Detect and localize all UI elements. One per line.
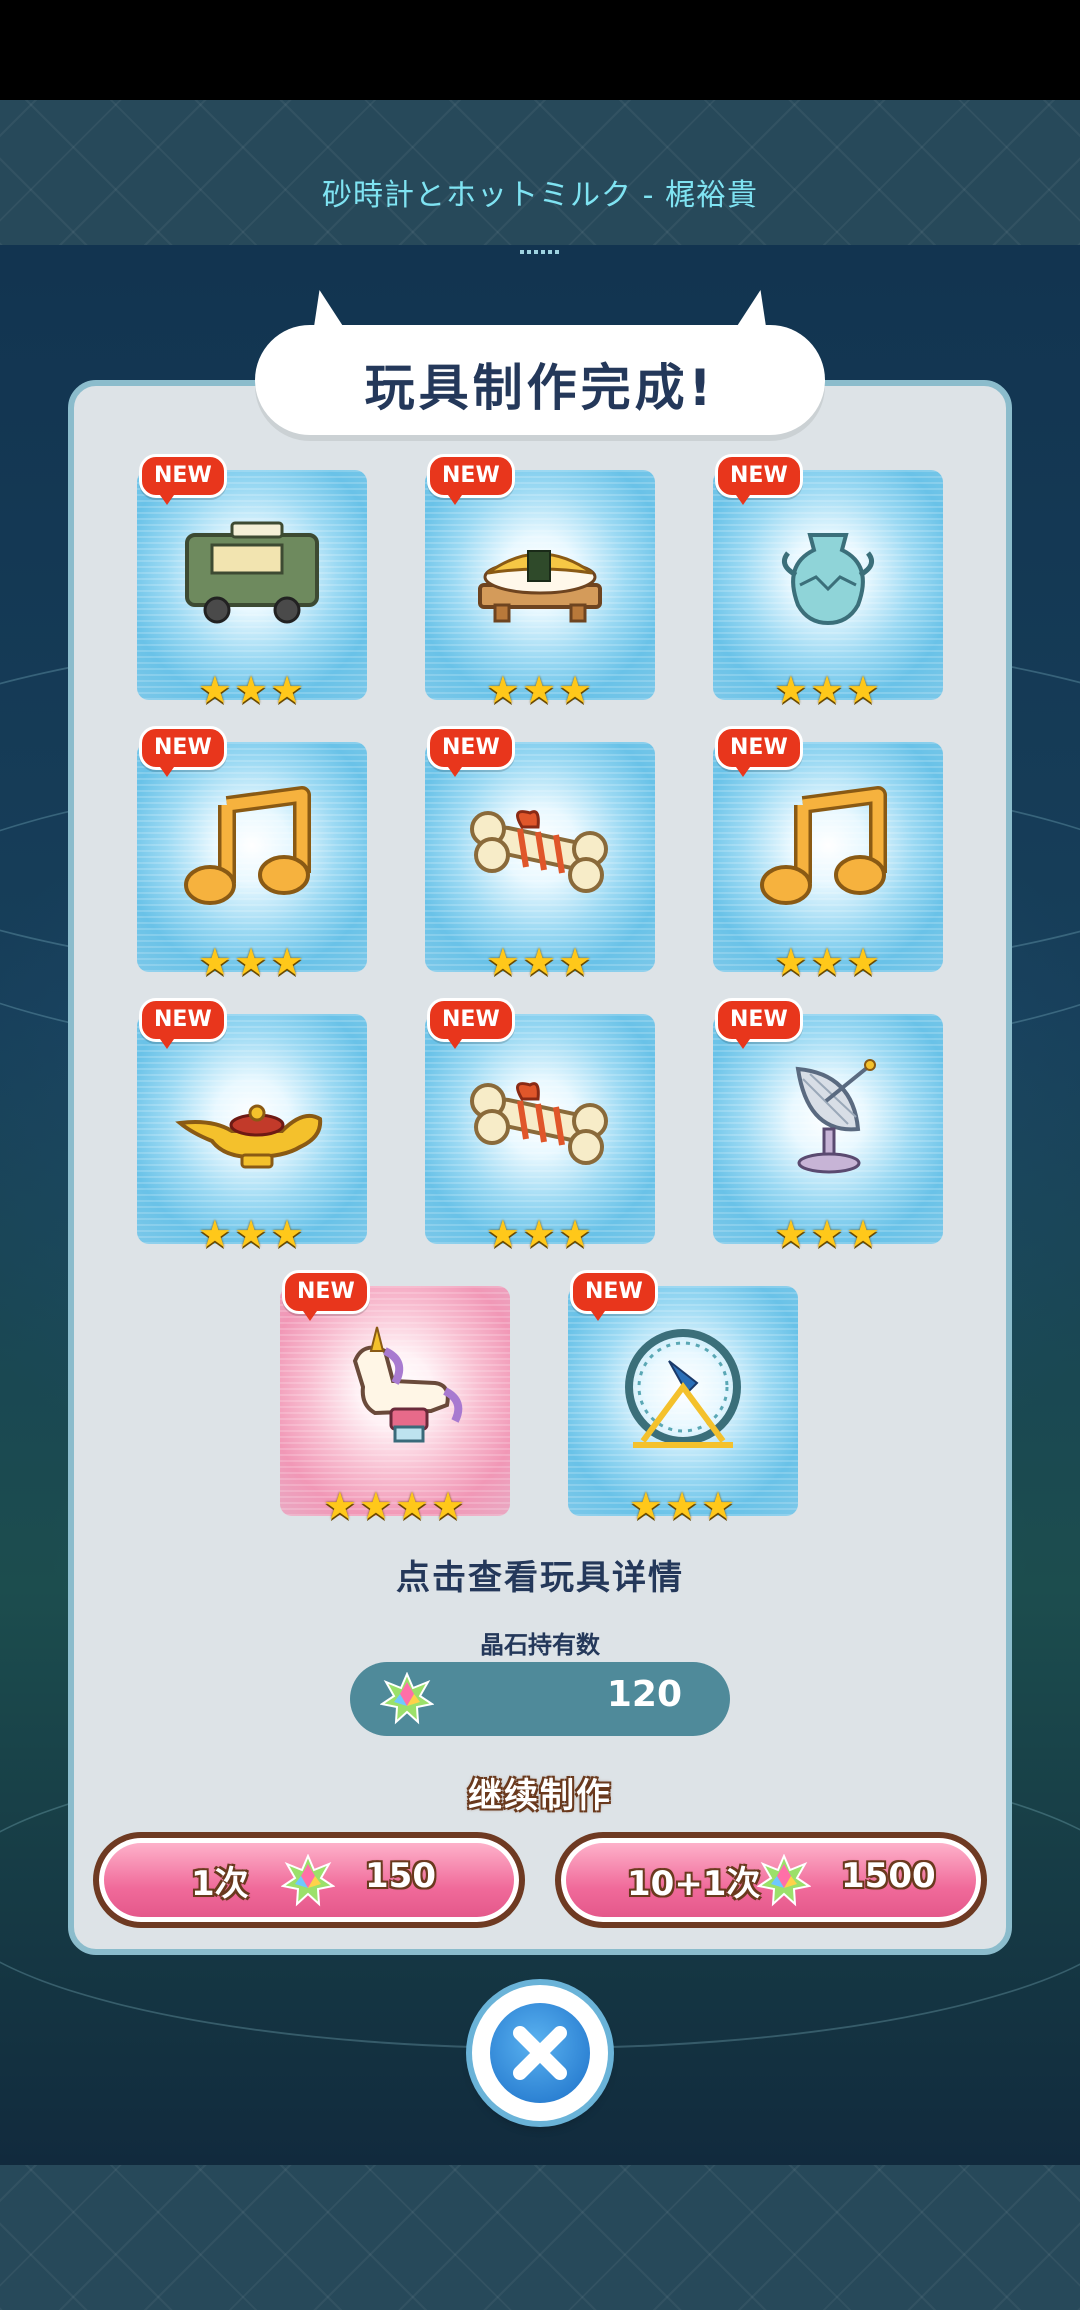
close-button[interactable] xyxy=(472,1985,608,2121)
star-rating: ★★★ xyxy=(485,668,595,712)
star-rating: ★★★★ xyxy=(322,1484,468,1528)
close-icon xyxy=(513,2026,567,2080)
crystal-balance: 120 xyxy=(350,1662,730,1736)
craft-once-label: 1次 xyxy=(191,1864,249,1904)
star-rating: ★★★ xyxy=(197,940,307,984)
new-badge: NEW xyxy=(715,998,803,1049)
toy-item[interactable]: NEW ★★★ xyxy=(713,454,943,712)
star-rating: ★★★ xyxy=(773,1212,883,1256)
new-badge: NEW xyxy=(715,454,803,505)
star-rating: ★★★ xyxy=(197,1212,307,1256)
sushi-icon xyxy=(478,550,602,623)
music-note-icon xyxy=(760,786,887,905)
new-badge: NEW xyxy=(570,1270,658,1321)
hamster-wheel-icon xyxy=(625,1329,741,1448)
craft-eleven-button[interactable]: 10+1次 1500 xyxy=(555,1832,987,1928)
vase-icon xyxy=(781,533,875,626)
toy-item[interactable]: NEW ★★★ xyxy=(568,1270,798,1528)
star-rating: ★★★ xyxy=(197,668,307,712)
star-rating: ★★★ xyxy=(485,940,595,984)
craft-once-cost: 150 xyxy=(365,1856,436,1896)
bone-icon xyxy=(470,1082,608,1165)
new-badge: NEW xyxy=(715,726,803,777)
crystal-count: 120 xyxy=(606,1674,682,1715)
new-badge: NEW xyxy=(282,1270,370,1321)
craft-eleven-cost: 1500 xyxy=(841,1856,936,1896)
magic-lamp-icon xyxy=(175,1104,323,1169)
new-badge: NEW xyxy=(139,998,227,1049)
detail-hint: 点击查看玩具详情 xyxy=(396,1558,684,1598)
toy-item[interactable]: NEW ★★★ xyxy=(425,726,655,984)
bone-icon xyxy=(470,810,608,893)
new-badge: NEW xyxy=(427,726,515,777)
panel-title: 玩具制作完成! xyxy=(364,359,716,417)
star-rating: ★★★ xyxy=(628,1484,738,1528)
toy-item[interactable]: NEW ★★★ xyxy=(713,726,943,984)
toy-item[interactable]: NEW ★★★★ xyxy=(280,1270,510,1528)
music-note-icon xyxy=(184,786,311,905)
toy-item[interactable]: NEW ★★★ xyxy=(713,998,943,1256)
toy-item[interactable]: NEW ★★★ xyxy=(137,998,367,1256)
crystal-label: 晶石持有数 xyxy=(480,1631,600,1659)
star-rating: ★★★ xyxy=(485,1212,595,1256)
toy-item[interactable]: NEW ★★★ xyxy=(425,454,655,712)
status-bar xyxy=(0,0,1080,100)
toy-item[interactable]: NEW ★★★ xyxy=(425,998,655,1256)
rainbow-crystal-icon xyxy=(281,1854,335,1907)
craft-once-button[interactable]: 1次 150 xyxy=(93,1832,525,1928)
toy-item[interactable]: NEW ★★★ xyxy=(137,726,367,984)
toy-item[interactable]: NEW ★★★ xyxy=(137,454,367,712)
new-badge: NEW xyxy=(427,454,515,505)
new-badge: NEW xyxy=(139,726,227,777)
close-button-face xyxy=(490,2003,590,2103)
new-badge: NEW xyxy=(427,998,515,1049)
music-title: 砂時計とホットミルク - 梶裕貴 xyxy=(322,178,758,213)
food-truck-icon xyxy=(185,521,319,624)
rainbow-crystal-icon xyxy=(380,1672,434,1725)
star-rating: ★★★ xyxy=(773,940,883,984)
rocking-unicorn-icon xyxy=(352,1326,463,1443)
drag-handle[interactable] xyxy=(520,250,560,254)
new-badge: NEW xyxy=(139,454,227,505)
rainbow-crystal-icon xyxy=(757,1854,811,1907)
craft-eleven-label: 10+1次 xyxy=(627,1864,761,1904)
satellite-dish-icon xyxy=(795,1059,876,1174)
continue-label: 继续制作 xyxy=(468,1776,612,1816)
bottom-bar xyxy=(0,2165,1080,2310)
star-rating: ★★★ xyxy=(773,668,883,712)
